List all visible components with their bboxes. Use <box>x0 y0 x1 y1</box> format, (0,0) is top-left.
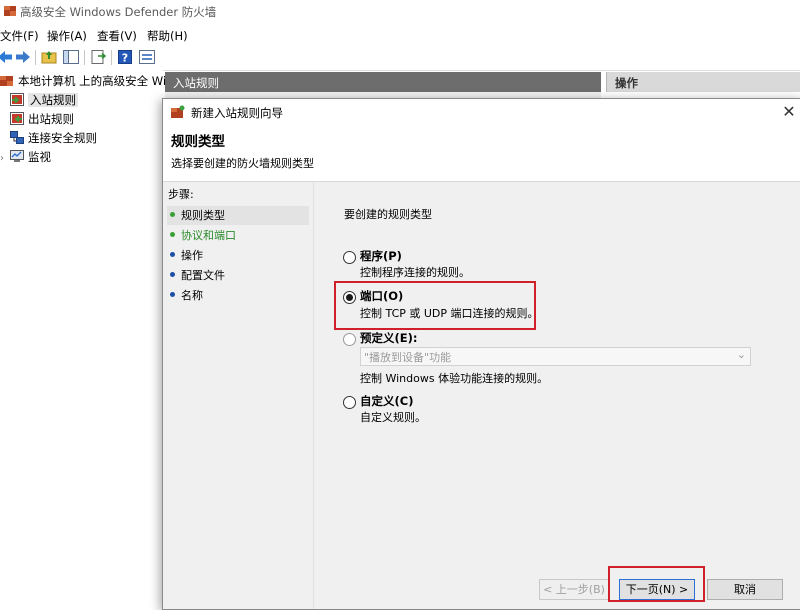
title-bar: 高级安全 Windows Defender 防火墙 <box>0 0 800 24</box>
back-button[interactable]: < 上一步(B) <box>539 579 609 600</box>
inbound-rules-icon <box>10 93 24 106</box>
toolbar-separator <box>111 50 112 65</box>
chevron-down-icon: ⌄ <box>736 348 746 361</box>
step-action[interactable]: 操作 <box>167 246 309 265</box>
wizard-steps-pane: 步骤: 规则类型 协议和端口 操作 配置文件 名称 <box>163 182 314 609</box>
monitoring-icon <box>10 150 24 162</box>
wizard-title-bar: 新建入站规则向导 ✕ <box>163 99 800 125</box>
step-protocol-ports[interactable]: 协议和端口 <box>167 226 309 245</box>
new-inbound-rule-wizard: 新建入站规则向导 ✕ 规则类型 选择要创建的防火墙规则类型 步骤: 规则类型 协… <box>162 98 800 610</box>
tree-item-monitoring[interactable]: › 监视 <box>0 148 51 166</box>
next-highlight-box <box>608 566 705 602</box>
help-icon[interactable]: ? <box>116 48 134 66</box>
step-name[interactable]: 名称 <box>167 286 309 305</box>
custom-option-label[interactable]: 自定义(C) <box>360 393 413 409</box>
toolbar-separator <box>35 50 36 65</box>
step-dot-icon <box>170 272 175 277</box>
wizard-title: 新建入站规则向导 <box>191 106 283 120</box>
forward-arrow-icon[interactable] <box>14 48 32 66</box>
step-label: 名称 <box>181 289 203 302</box>
actions-pane-title: 操作 <box>615 76 638 90</box>
expand-chevron-icon[interactable]: › <box>0 150 10 168</box>
program-option-desc: 控制程序连接的规则。 <box>360 266 470 279</box>
predefined-option-desc: 控制 Windows 体验功能连接的规则。 <box>360 372 549 385</box>
step-rule-type[interactable]: 规则类型 <box>167 206 309 225</box>
tree-item-outbound-rules[interactable]: 出站规则 <box>10 110 74 128</box>
properties-icon[interactable] <box>138 48 156 66</box>
close-icon[interactable]: ✕ <box>779 102 799 122</box>
menu-file[interactable]: 文件(F) <box>0 28 39 44</box>
center-pane-title: 入站规则 <box>173 76 219 90</box>
predefined-select[interactable]: "播放到设备"功能 ⌄ <box>360 347 751 366</box>
step-dot-icon <box>170 292 175 297</box>
firewall-icon <box>0 76 13 86</box>
step-dot-icon <box>170 212 175 217</box>
custom-option-desc: 自定义规则。 <box>360 411 426 424</box>
wizard-content: 要创建的规则类型 程序(P) 控制程序连接的规则。 端口(O) 控制 TCP 或… <box>314 182 800 609</box>
custom-radio[interactable] <box>343 396 356 409</box>
outbound-rules-icon <box>10 112 24 125</box>
back-arrow-icon[interactable] <box>0 48 14 66</box>
tree-item-connection-security-rules[interactable]: 连接安全规则 <box>10 129 97 147</box>
program-radio[interactable] <box>343 251 356 264</box>
tree-item-inbound-rules[interactable]: 入站规则 <box>10 91 78 109</box>
predefined-radio[interactable] <box>343 333 356 346</box>
program-option-label[interactable]: 程序(P) <box>360 248 402 264</box>
port-highlight-box <box>334 281 536 330</box>
step-dot-icon <box>170 232 175 237</box>
connection-security-icon <box>10 131 24 144</box>
predefined-option-label[interactable]: 预定义(E): <box>360 330 417 346</box>
menu-help[interactable]: 帮助(H) <box>147 28 188 44</box>
export-list-icon[interactable] <box>89 48 107 66</box>
wizard-subheading: 选择要创建的防火墙规则类型 <box>171 157 314 170</box>
menu-bar: 文件(F) 操作(A) 查看(V) 帮助(H) <box>0 24 800 44</box>
firewall-wizard-icon <box>171 105 185 118</box>
step-label: 操作 <box>181 249 203 262</box>
show-hide-tree-icon[interactable] <box>62 48 80 66</box>
step-dot-icon <box>170 252 175 257</box>
predefined-select-value: "播放到设备"功能 <box>364 351 452 364</box>
firewall-app-icon <box>4 6 16 16</box>
center-pane-header: 入站规则 <box>165 72 601 92</box>
menu-view[interactable]: 查看(V) <box>97 28 137 44</box>
up-folder-icon[interactable] <box>40 48 58 66</box>
toolbar-separator <box>84 50 85 65</box>
step-label: 规则类型 <box>181 209 225 222</box>
step-profile[interactable]: 配置文件 <box>167 266 309 285</box>
actions-pane-header: 操作 <box>606 72 800 92</box>
svg-text:?: ? <box>122 52 128 65</box>
tree-item-label: 监视 <box>28 150 51 164</box>
step-label: 配置文件 <box>181 269 225 282</box>
step-label: 协议和端口 <box>181 229 236 242</box>
steps-header: 步骤: <box>168 188 194 201</box>
console-tree: 本地计算机 上的高级安全 Windows 入站规则 出站规则 连接安全规则 › … <box>0 70 203 600</box>
menu-action[interactable]: 操作(A) <box>47 28 87 44</box>
tree-item-label: 入站规则 <box>28 93 78 107</box>
window-title: 高级安全 Windows Defender 防火墙 <box>20 5 217 19</box>
cancel-button[interactable]: 取消 <box>707 579 783 600</box>
tree-item-label: 连接安全规则 <box>28 131 97 145</box>
rule-type-question: 要创建的规则类型 <box>344 208 432 221</box>
wizard-heading: 规则类型 <box>171 134 225 150</box>
toolbar: ? <box>0 44 800 71</box>
tree-item-label: 出站规则 <box>28 112 74 126</box>
